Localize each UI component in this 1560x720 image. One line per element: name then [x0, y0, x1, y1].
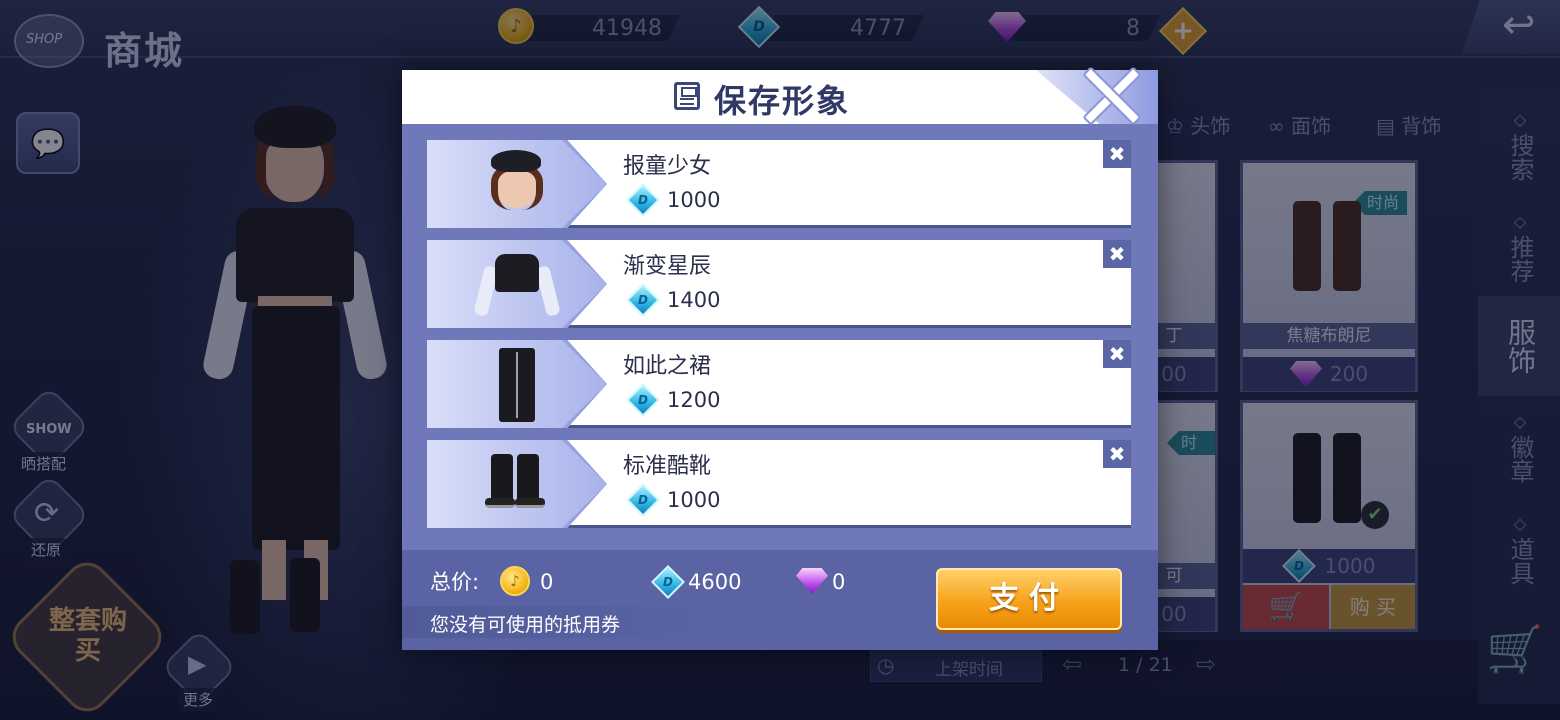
right-sole-shape	[515, 498, 545, 508]
remove-item-button[interactable]: ✖	[1103, 140, 1131, 168]
outfit-item-row: 报童少女 D 1000 ✖	[427, 140, 1131, 228]
item-price: D 1200	[626, 383, 721, 417]
remove-item-button[interactable]: ✖	[1103, 240, 1131, 268]
total-gem: 0	[832, 570, 846, 594]
item-price: D 1000	[626, 483, 721, 517]
blue-diamond-icon: D	[626, 383, 660, 417]
black-crop-top-image	[473, 246, 561, 322]
right-boot-shape	[517, 454, 539, 502]
blue-diamond-icon: D	[626, 183, 660, 217]
outfit-item-row: 渐变星辰 D 1400 ✖	[427, 240, 1131, 328]
pay-button[interactable]: 支付	[936, 568, 1122, 630]
dialog-title: 保存形象	[714, 82, 851, 120]
voucher-note: 您没有可使用的抵用券	[430, 614, 621, 636]
zipper-shape	[516, 352, 518, 418]
item-price-value: 1200	[667, 388, 721, 412]
blue-diamond-icon: D	[626, 283, 660, 317]
item-price-value: 1400	[667, 288, 721, 312]
black-zip-skirt-image	[481, 346, 553, 422]
item-price: D 1400	[626, 283, 721, 317]
left-boot-shape	[491, 454, 513, 502]
item-price-value: 1000	[667, 188, 721, 212]
close-dialog-button[interactable]	[1078, 62, 1142, 126]
left-sole-shape	[485, 498, 515, 508]
total-diamond: 4600	[688, 570, 742, 594]
total-label: 总价:	[430, 570, 480, 594]
save-icon	[674, 82, 700, 110]
item-name: 如此之裙	[623, 354, 712, 379]
blue-diamond-icon: D	[626, 483, 660, 517]
outfit-item-row: 如此之裙 D 1200 ✖	[427, 340, 1131, 428]
black-boots-image	[481, 446, 553, 522]
item-name: 渐变星辰	[623, 254, 712, 279]
remove-item-button[interactable]: ✖	[1103, 440, 1131, 468]
remove-item-button[interactable]: ✖	[1103, 340, 1131, 368]
outfit-item-row: 标准酷靴 D 1000 ✖	[427, 440, 1131, 528]
save-look-dialog: 保存形象 报童少女 D 1000 ✖ 渐变星辰 D 1400 ✖ 如此之裙 D …	[402, 70, 1158, 650]
total-gold: 0	[540, 570, 554, 594]
item-price-value: 1000	[667, 488, 721, 512]
cap-shape	[491, 150, 541, 172]
item-name: 报童少女	[623, 154, 712, 179]
newsboy-cap-head-image	[481, 146, 553, 222]
item-price: D 1000	[626, 183, 721, 217]
top-body-shape	[495, 254, 539, 292]
item-name: 标准酷靴	[623, 454, 712, 479]
gold-coin-icon: ♪	[500, 566, 530, 596]
